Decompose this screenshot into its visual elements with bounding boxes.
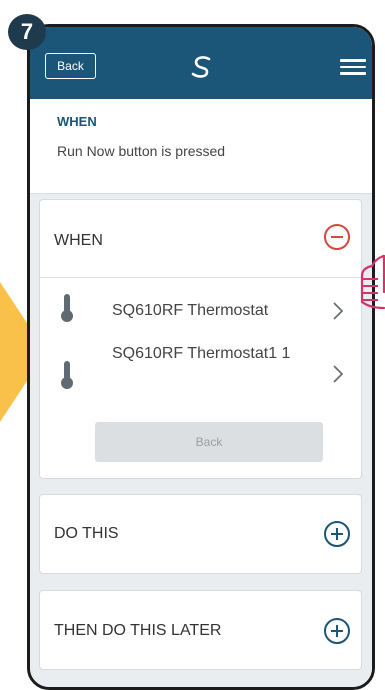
summary-title: WHEN [57, 114, 97, 129]
then-do-this-later-title: THEN DO THIS LATER [54, 622, 222, 639]
when-card: WHEN SQ610RF Thermostat SQ610RF Thermost… [39, 199, 362, 479]
salus-logo-icon [191, 56, 211, 78]
chevron-right-icon [333, 302, 343, 320]
plus-circle-icon[interactable] [324, 521, 350, 547]
card-back-button[interactable]: Back [95, 422, 323, 462]
back-button[interactable]: Back [45, 53, 96, 79]
phone-screen: Back WHEN Run Now button is pressed WHEN… [27, 24, 375, 690]
device-name: SQ610RF Thermostat1 1 [112, 345, 291, 362]
rule-editor-content[interactable]: WHEN Run Now button is pressed WHEN SQ61… [30, 99, 372, 687]
thermometer-icon [61, 294, 73, 322]
then-do-this-later-card[interactable]: THEN DO THIS LATER [39, 590, 362, 670]
do-this-title: DO THIS [54, 525, 119, 542]
device-name: SQ610RF Thermostat [112, 302, 269, 319]
device-row-thermostat[interactable]: SQ610RF Thermostat [40, 282, 361, 338]
pointing-hand-icon [360, 254, 385, 310]
step-number-badge: 7 [8, 14, 46, 50]
minus-circle-icon[interactable] [324, 224, 350, 250]
card-divider [40, 277, 361, 278]
rule-summary: WHEN Run Now button is pressed [30, 99, 372, 194]
device-row-thermostat-1[interactable]: SQ610RF Thermostat1 1 [40, 340, 361, 410]
when-card-title: WHEN [54, 232, 103, 249]
do-this-card[interactable]: DO THIS [39, 494, 362, 574]
summary-description: Run Now button is pressed [57, 143, 226, 159]
thermometer-icon [61, 361, 73, 389]
plus-circle-icon[interactable] [324, 618, 350, 644]
chevron-right-icon [333, 365, 343, 383]
hamburger-menu-icon[interactable] [340, 59, 366, 75]
top-bar: Back [30, 27, 372, 99]
